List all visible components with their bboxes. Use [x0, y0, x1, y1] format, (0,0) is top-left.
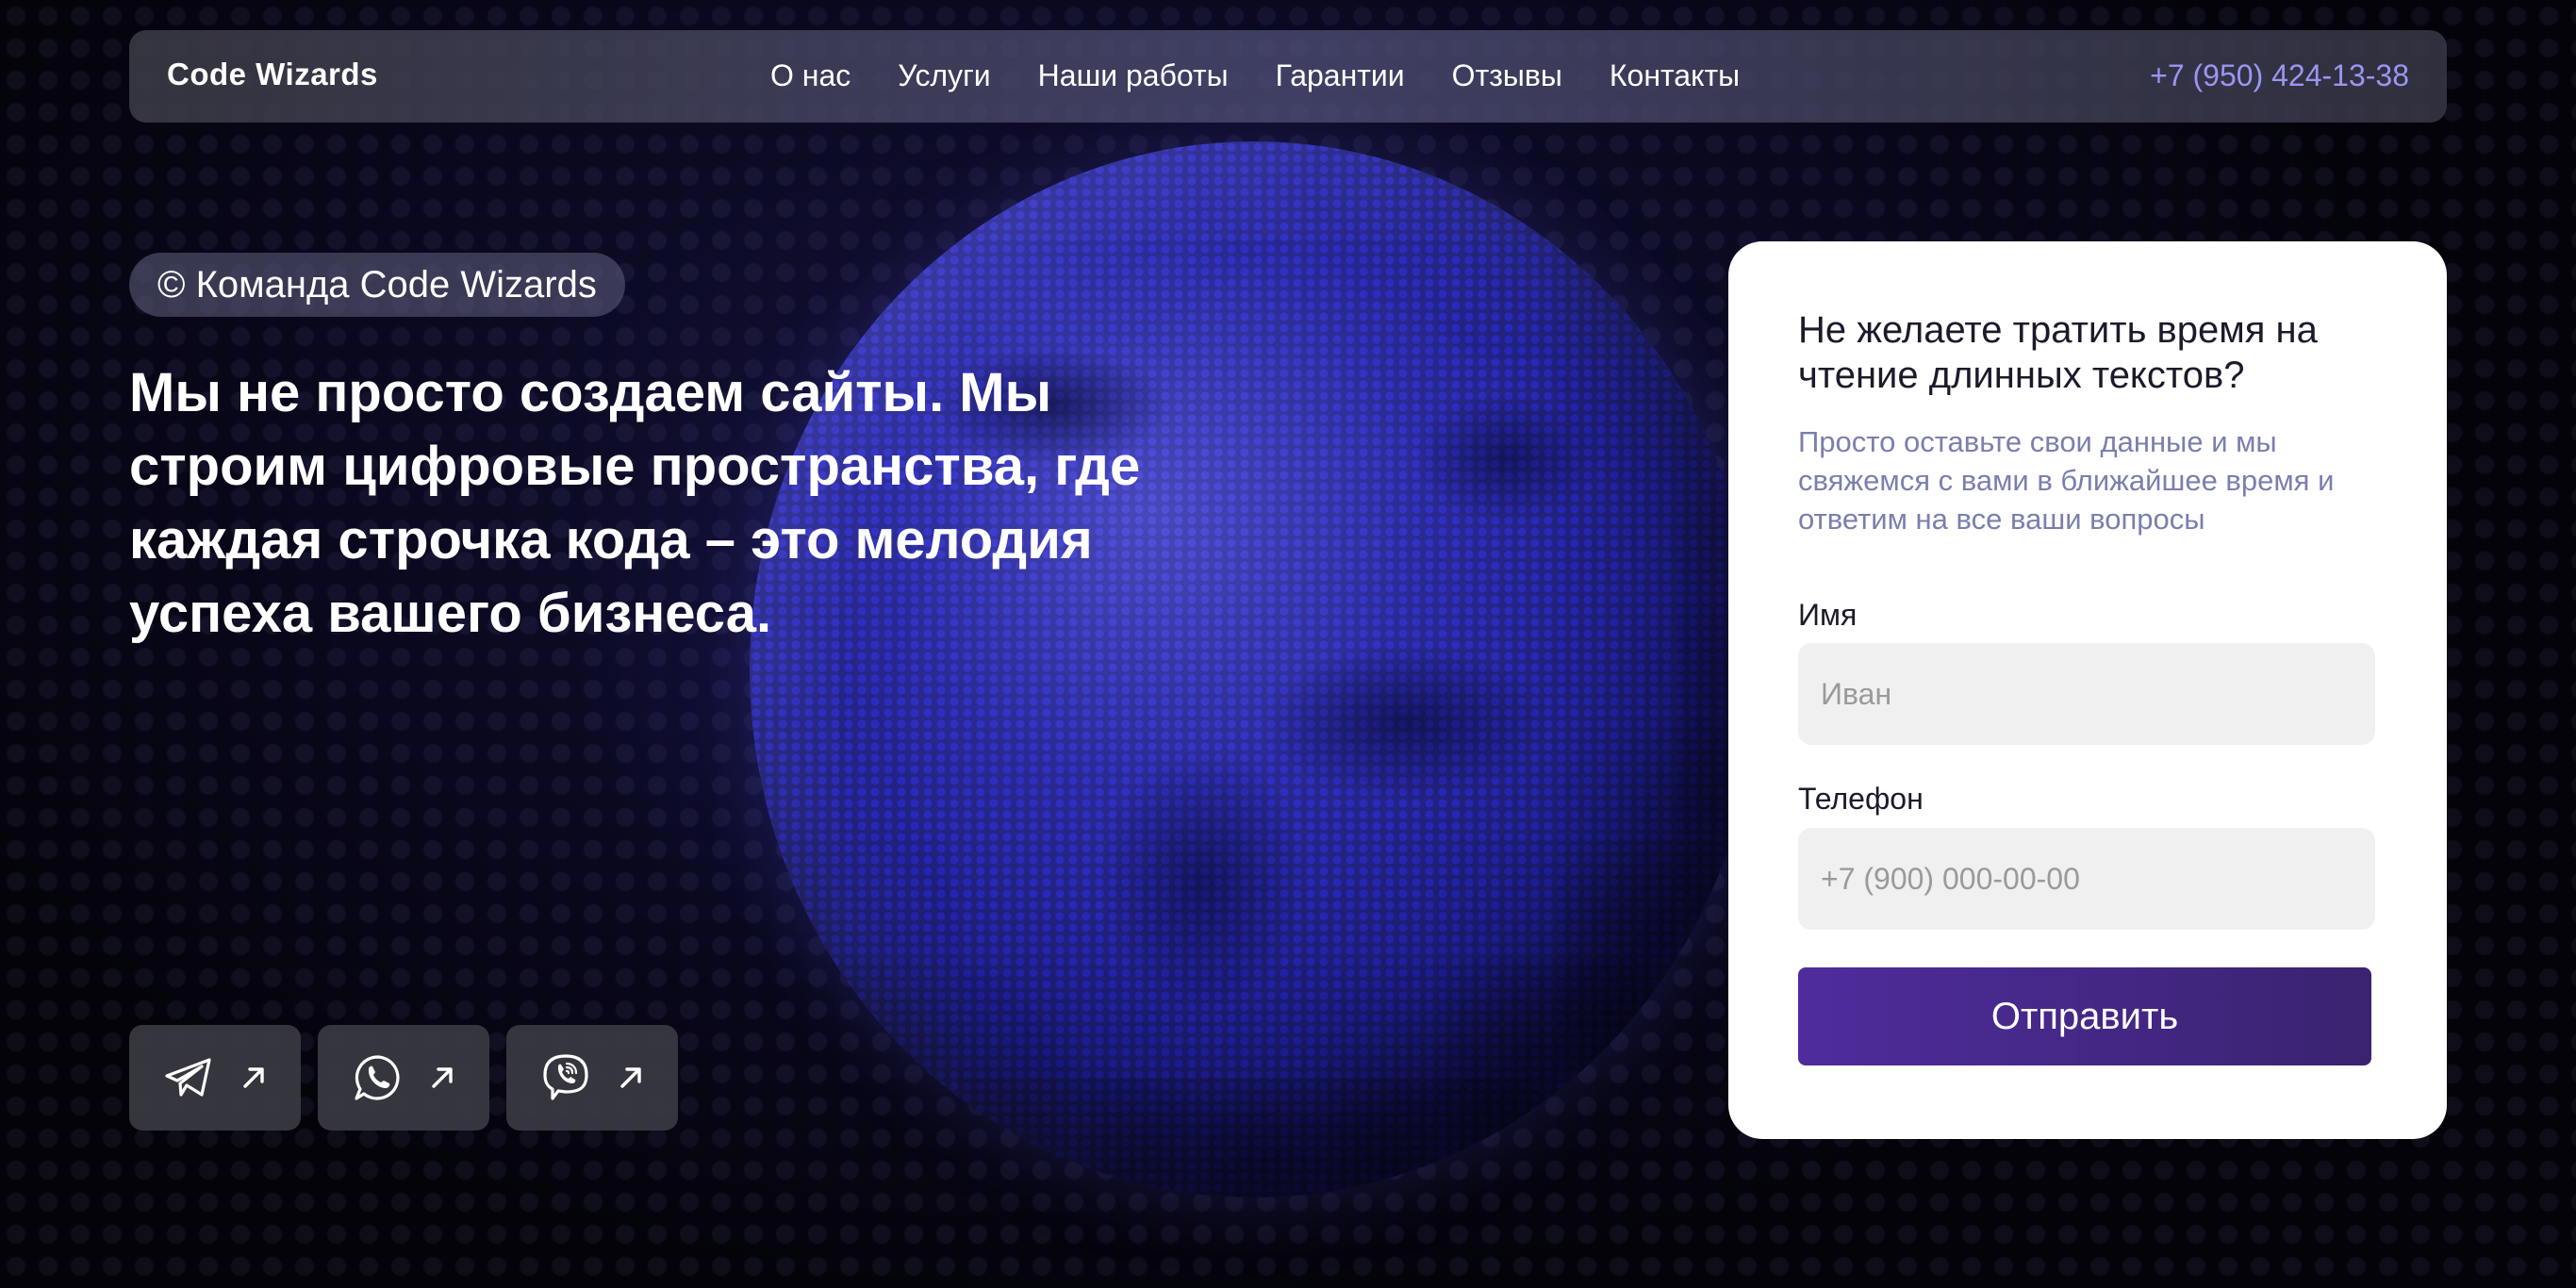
whatsapp-icon	[355, 1055, 400, 1100]
submit-button[interactable]: Отправить	[1798, 967, 2371, 1065]
nav-link-works[interactable]: Наши работы	[1038, 58, 1229, 93]
callback-form-card: Не желаете тратить время на чтение длинн…	[1728, 241, 2447, 1139]
form-subtitle: Просто оставьте свои данные и мы свяжемс…	[1798, 425, 2335, 536]
hero-sphere-image	[750, 141, 1759, 1197]
nav-link-guarantees[interactable]: Гарантии	[1276, 58, 1405, 93]
phone-field-label: Телефон	[1798, 782, 1924, 816]
site-header: Code Wizards О нас Услуги Наши работы Га…	[129, 30, 2447, 123]
team-badge: © Команда Code Wizards	[129, 253, 625, 317]
phone-input[interactable]	[1798, 828, 2375, 930]
viber-link-button[interactable]	[506, 1025, 678, 1131]
telegram-link-button[interactable]	[129, 1025, 301, 1131]
arrow-up-right-icon	[620, 1067, 641, 1088]
logo[interactable]: Code Wizards	[167, 57, 378, 92]
arrow-up-right-icon	[432, 1067, 453, 1088]
nav-link-contacts[interactable]: Контакты	[1610, 58, 1740, 93]
viber-icon	[543, 1054, 588, 1100]
name-field-label: Имя	[1798, 598, 1858, 632]
hero-headline: Мы не просто создаем сайты. Мы строим ци…	[129, 362, 1141, 644]
arrow-up-right-icon	[243, 1067, 264, 1088]
header-phone-link[interactable]: +7 (950) 424-13-38	[2150, 58, 2409, 93]
whatsapp-link-button[interactable]	[318, 1025, 489, 1131]
nav-link-reviews[interactable]: Отзывы	[1452, 58, 1562, 93]
name-input[interactable]	[1798, 643, 2375, 745]
social-links	[129, 1025, 678, 1131]
nav-link-services[interactable]: Услуги	[898, 58, 990, 93]
form-title: Не желаете тратить время на чтение длинн…	[1798, 309, 2318, 396]
telegram-icon	[165, 1058, 211, 1097]
main-nav: О нас Услуги Наши работы Гарантии Отзывы…	[770, 58, 1787, 93]
nav-link-about[interactable]: О нас	[770, 58, 850, 93]
